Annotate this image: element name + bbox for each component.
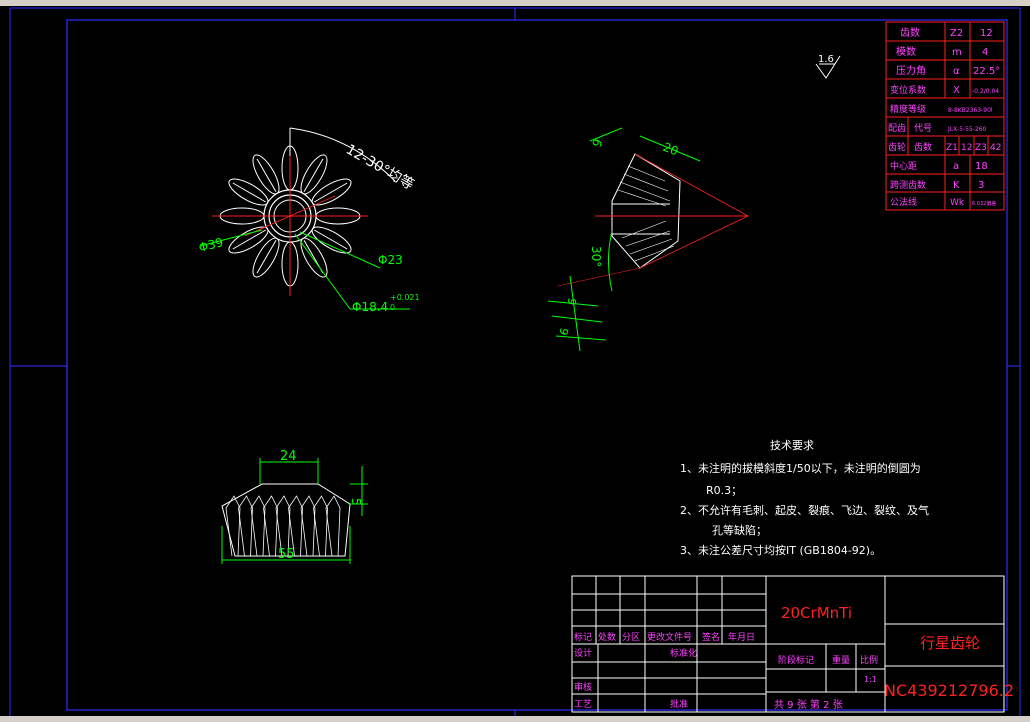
svg-text:齿数: 齿数 [900,26,920,39]
svg-text:分区: 分区 [622,632,640,643]
svg-text:公法线: 公法线 [890,196,917,208]
scale-value: 1:1 [864,675,877,684]
dim-bottom-height: 5 [349,498,363,506]
svg-text:精度等级: 精度等级 [890,103,926,115]
gear-tooth-line [303,158,324,193]
bottom-tooth [238,495,253,557]
roughness-value: 1.6 [818,54,834,65]
svg-text:变位系数: 变位系数 [890,84,926,96]
side-view: 20 9 30° 6 6 [547,127,749,352]
svg-text:签名: 签名 [702,631,720,643]
technical-requirements: 技术要求 1、未注明的拔模斜度1/50以下，未注明的倒圆为 R0.3； 2、不允… [680,439,929,557]
dim-side-width: 20 [661,140,680,159]
bottom-tooth [300,495,316,557]
svg-text:模数: 模数 [896,45,916,58]
dim-bottom-width: 55 [278,547,295,562]
svg-text:配齿: 配齿 [888,123,906,134]
drawing-frame [66,19,1008,711]
svg-text:Z1: Z1 [946,143,958,153]
gear-tooth-line [256,239,277,274]
surface-roughness-symbol: 1.6 [815,54,841,79]
title-block-text: 20CrMnTi 行星齿轮 NC439212796.2 共 9 张 第 2 张 … [574,604,1014,711]
svg-text:22.5°: 22.5° [973,66,1000,77]
svg-text:重量: 重量 [832,654,850,666]
svg-text:Wk: Wk [950,198,965,208]
dim-side-top: 9 [590,137,606,149]
svg-text:年月日: 年月日 [728,631,755,643]
svg-text:42: 42 [990,143,1001,153]
svg-text:K: K [953,180,960,191]
svg-text:X: X [953,85,960,96]
sheet-info: 共 9 张 第 2 张 [774,698,843,711]
drawing-number: NC439212796.2 [884,681,1014,700]
svg-text:标准化: 标准化 [670,647,697,659]
dim-bore-tol-upper: +0.021 [390,293,420,302]
tech-req-line2b: 孔等缺陷； [712,523,767,537]
dim-dia-outer: Φ39 [197,235,224,255]
tech-req-line3: 3、未注公差尺寸均按IT (GB1804-92)。 [680,543,881,557]
svg-text:4: 4 [982,47,988,58]
svg-text:比例: 比例 [860,654,878,666]
bottom-tooth [250,495,266,557]
svg-text:标记: 标记 [574,631,592,643]
cad-drawing-canvas[interactable]: 1.6 12-30°均等 Φ39 Φ23 Φ18.4 +0.021 0 20 9… [0,6,1030,722]
svg-text:3: 3 [978,180,984,191]
angle-dim-label: 12-30°均等 [343,141,417,194]
dim-dia-bore: Φ18.4 [352,300,388,314]
svg-text:处数: 处数 [598,631,616,643]
svg-text:压力角: 压力角 [896,64,926,77]
tech-req-line1: 1、未注明的拔模斜度1/50以下，未注明的倒圆为 [680,461,921,475]
front-view: 12-30°均等 Φ39 Φ23 Φ18.4 +0.021 0 [197,127,420,314]
svg-text:6.032偏差: 6.032偏差 [972,200,996,207]
dim-side-b: 6 [557,327,571,337]
svg-text:批准: 批准 [670,698,688,710]
svg-text:12: 12 [980,28,993,39]
bottom-tooth [313,495,328,557]
svg-text:Z2: Z2 [950,28,963,39]
svg-text:-0.2/0.04: -0.2/0.04 [972,88,999,95]
svg-text:m: m [952,47,962,58]
svg-text:工艺: 工艺 [574,699,592,710]
bottom-tooth [325,495,341,557]
dim-side-a: 6 [565,297,579,307]
gear-tooth-line [313,182,348,203]
gear-tooth-line [232,182,267,203]
svg-text:18: 18 [975,161,988,172]
svg-text:α: α [953,66,960,77]
svg-text:JLX-5-55-260: JLX-5-55-260 [947,126,987,133]
svg-text:代号: 代号 [914,123,932,134]
svg-text:8-8KB2363-90l: 8-8KB2363-90l [948,107,993,114]
svg-text:齿轮: 齿轮 [888,141,906,153]
tech-req-line1b: R0.3； [706,484,742,497]
svg-text:中心距: 中心距 [890,160,917,172]
svg-text:设计: 设计 [574,647,592,659]
material-label: 20CrMnTi [781,604,852,622]
svg-text:审核: 审核 [574,681,592,693]
tech-req-title: 技术要求 [770,439,814,452]
gear-tooth-line [256,158,277,193]
svg-text:跨测齿数: 跨测齿数 [890,179,926,191]
part-name: 行星齿轮 [920,634,980,652]
svg-text:更改文件号: 更改文件号 [647,631,692,643]
svg-text:a: a [953,161,959,172]
window-bottom-edge [0,716,1030,722]
svg-text:阶段标记: 阶段标记 [778,654,814,666]
bottom-view: 24 5 55 [221,449,368,564]
svg-text:12: 12 [961,143,972,153]
dim-bore-tol-lower: 0 [390,303,395,312]
outer-border [9,7,1021,721]
dim-side-angle: 30° [589,246,603,267]
dim-bottom-top: 24 [280,449,297,464]
svg-text:Z3: Z3 [975,143,987,153]
bottom-tooth [263,495,278,557]
tech-req-line2: 2、不允许有毛刺、起皮、裂痕、飞边、裂纹、及气 [680,503,929,517]
svg-text:齿数: 齿数 [914,141,932,153]
dim-dia-mid: Φ23 [378,253,403,267]
